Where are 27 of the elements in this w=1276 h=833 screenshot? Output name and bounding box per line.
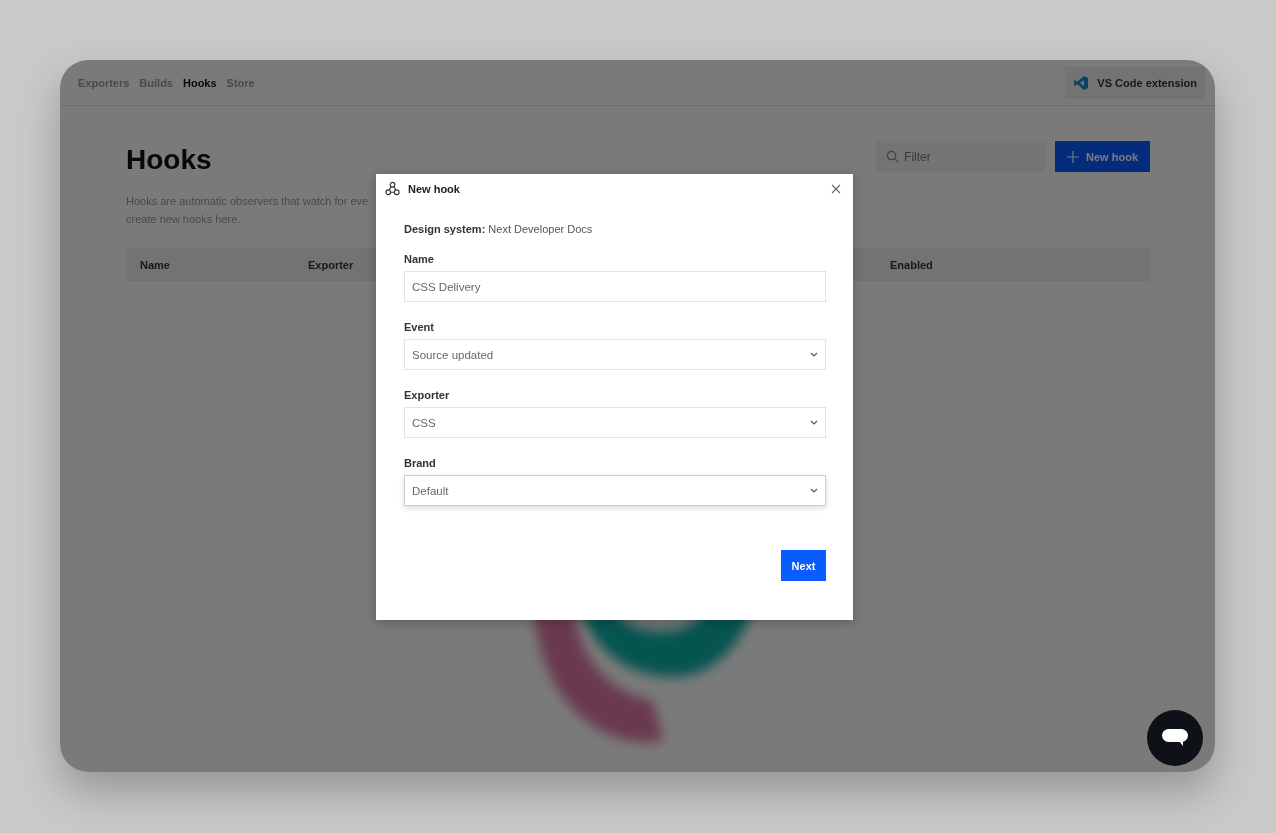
dialog-title: New hook <box>408 182 461 195</box>
field-label: Exporter <box>404 389 450 401</box>
design-system-text: Design system: Next Developer Docs <box>404 223 594 235</box>
search-icon <box>886 150 900 163</box>
select-field[interactable]: CSS <box>404 407 826 438</box>
select-field[interactable]: Source updated <box>404 339 826 370</box>
text-field[interactable]: CSS Delivery <box>404 271 826 302</box>
plus-icon <box>1067 150 1080 163</box>
chevron-down-icon <box>810 352 818 357</box>
code-editor-icon <box>1073 74 1090 91</box>
column-header: Exporter <box>308 258 354 271</box>
chevron-down-icon <box>810 420 818 425</box>
webhook-icon <box>385 181 400 196</box>
column-header: Enabled <box>890 258 933 271</box>
next-button[interactable]: Next <box>781 550 826 581</box>
filter-field[interactable]: Filter <box>876 141 1047 172</box>
extension-button[interactable]: VS Code extension <box>1065 66 1205 99</box>
field-label: Brand <box>404 457 436 469</box>
chevron-down-icon <box>810 488 818 493</box>
field-label: Name <box>404 253 434 265</box>
field-label: Event <box>404 321 434 333</box>
column-header: Name <box>140 258 170 271</box>
nav-tab[interactable]: Hooks <box>183 76 217 89</box>
select-field[interactable]: Default <box>404 475 826 506</box>
new-hook-button[interactable]: New hook <box>1055 141 1150 172</box>
chat-button[interactable] <box>1147 710 1203 766</box>
page-title: Hooks <box>126 144 213 176</box>
